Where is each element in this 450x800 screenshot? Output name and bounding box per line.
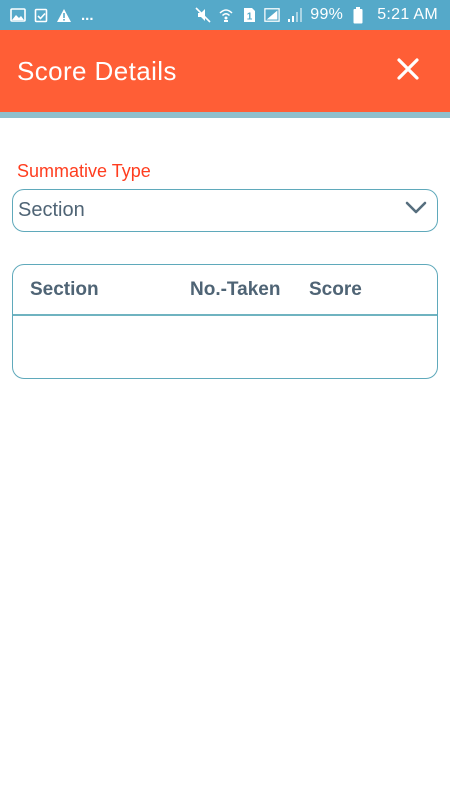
summative-type-selected-value: Section <box>18 199 85 221</box>
status-bar-left: ... <box>10 7 94 23</box>
column-header-score: Score <box>309 279 362 300</box>
score-table: Section No.-Taken Score <box>12 264 438 379</box>
table-body <box>13 316 437 378</box>
column-header-no-taken: No.-Taken <box>190 279 281 300</box>
summative-type-select[interactable]: Section <box>12 189 438 232</box>
close-button[interactable] <box>394 57 422 85</box>
chevron-down-icon <box>405 201 427 220</box>
column-header-section: Section <box>30 279 99 300</box>
mute-icon <box>195 7 211 23</box>
signal-weak-icon <box>287 7 303 23</box>
signal-icon <box>264 7 280 23</box>
image-icon <box>10 7 26 23</box>
clock: 5:21 AM <box>377 6 438 23</box>
page-title: Score Details <box>17 55 177 86</box>
app-bar-divider <box>0 112 450 118</box>
battery-icon <box>350 6 366 23</box>
svg-text:1: 1 <box>246 12 252 23</box>
warning-icon <box>56 7 72 23</box>
summative-type-label: Summative Type <box>17 161 151 181</box>
status-bar-right: 1 99% 5:21 AM <box>195 6 438 23</box>
clipboard-icon <box>33 7 49 23</box>
sim-1-icon: 1 <box>241 7 257 23</box>
battery-percentage: 99% <box>310 6 344 23</box>
app-bar: Score Details <box>0 30 450 112</box>
table-header: Section No.-Taken Score <box>13 265 437 316</box>
more-notifications-indicator: ... <box>81 6 94 24</box>
status-bar: ... 1 99% 5:21 AM <box>0 0 450 30</box>
close-icon <box>396 57 420 86</box>
wifi-calling-icon <box>218 7 234 23</box>
